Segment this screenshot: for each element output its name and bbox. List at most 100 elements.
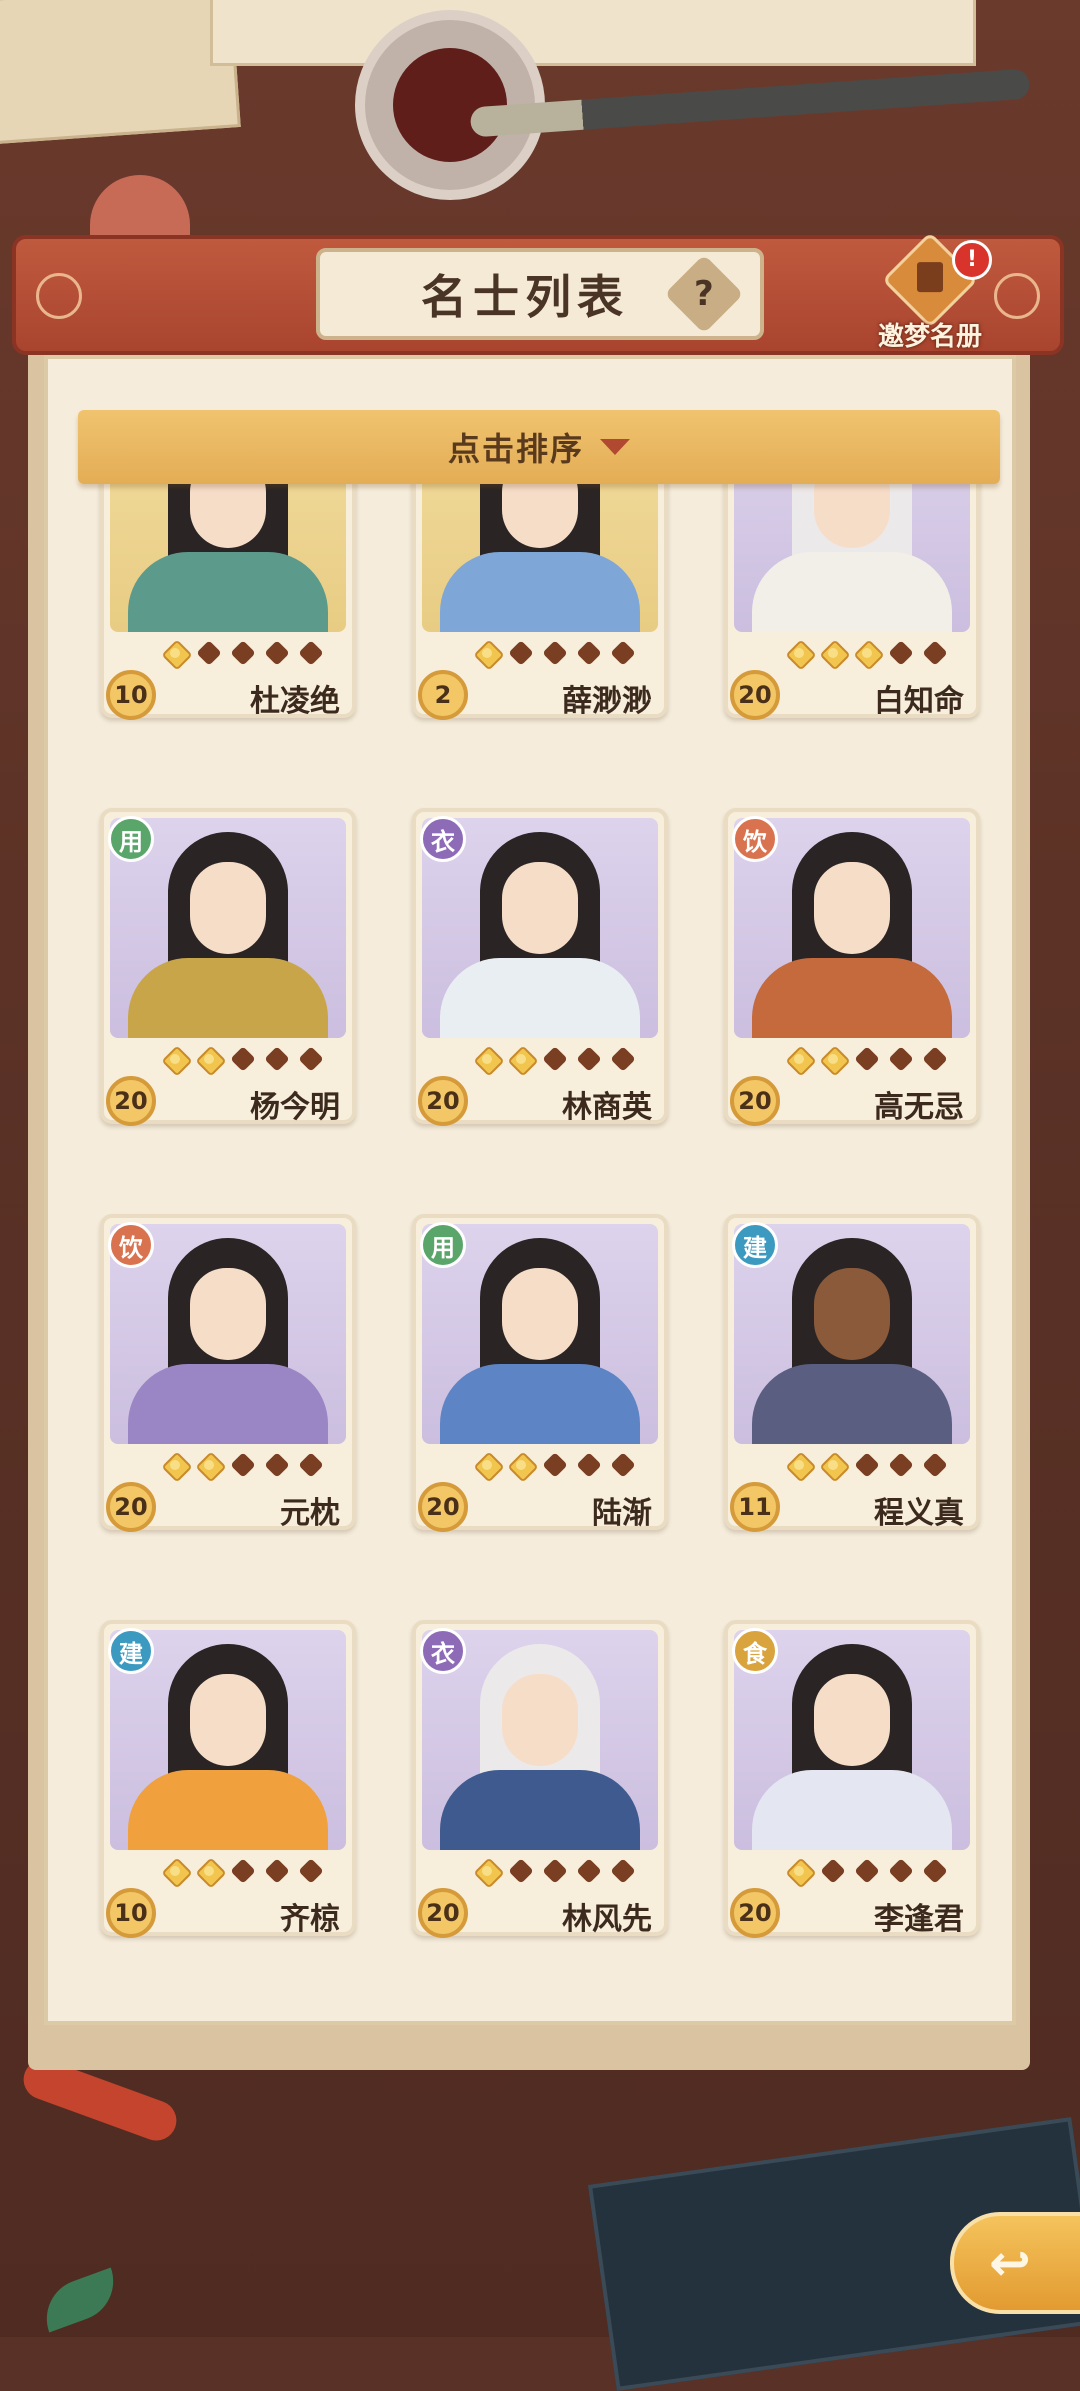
star-rating: [784, 638, 950, 668]
star-icon: [472, 1856, 502, 1886]
star-icon: [886, 1044, 916, 1074]
character-card[interactable]: 饮 20 高无忌: [724, 808, 980, 1126]
star-icon: [920, 1044, 950, 1074]
character-card[interactable]: 衣 20 林风先: [412, 1620, 668, 1938]
character-card[interactable]: 饮 20 元枕: [100, 1214, 356, 1532]
portrait-robe: [128, 958, 328, 1038]
category-tag: 衣: [420, 1628, 466, 1674]
star-rating: [784, 1044, 950, 1074]
character-name: 林商英: [562, 1090, 652, 1125]
character-card[interactable]: 食 20 李逢君: [724, 1620, 980, 1938]
portrait-face: [190, 1674, 266, 1766]
star-icon: [540, 638, 570, 668]
portrait-face: [190, 1268, 266, 1360]
level-badge: 2: [418, 670, 468, 720]
help-button[interactable]: ?: [664, 254, 744, 334]
dream-book-button[interactable]: ! 邀梦名册: [870, 231, 992, 352]
character-card[interactable]: 用 20 陆渐: [412, 1214, 668, 1532]
category-tag: 饮: [108, 1222, 154, 1268]
star-icon: [852, 1044, 882, 1074]
portrait-robe: [440, 958, 640, 1038]
star-icon: [160, 1856, 190, 1886]
level-badge: 20: [106, 1482, 156, 1532]
star-icon: [608, 1856, 638, 1886]
character-grid[interactable]: 10 杜凌绝 2 薛渺渺 20 白知命用 20 杨今明衣 20 林商英饮 20 高无忌饮 20 元枕用 20…: [90, 484, 990, 1998]
star-icon: [852, 1450, 882, 1480]
star-icon: [574, 638, 604, 668]
level-badge: 20: [730, 670, 780, 720]
star-rating: [784, 1450, 950, 1480]
character-name: 薛渺渺: [562, 684, 652, 719]
character-name: 高无忌: [874, 1090, 964, 1125]
star-icon: [920, 1450, 950, 1480]
star-rating: [472, 638, 638, 668]
character-card[interactable]: 建 10 齐椋: [100, 1620, 356, 1938]
star-rating: [784, 1856, 950, 1886]
character-card[interactable]: 10 杜凌绝: [100, 484, 356, 720]
star-icon: [852, 1856, 882, 1886]
star-icon: [228, 638, 258, 668]
star-icon: [886, 1450, 916, 1480]
star-icon: [784, 1856, 814, 1886]
character-name: 李逢君: [874, 1902, 964, 1937]
character-card[interactable]: 2 薛渺渺: [412, 484, 668, 720]
star-icon: [262, 638, 292, 668]
star-icon: [262, 1044, 292, 1074]
star-icon: [818, 1450, 848, 1480]
portrait-robe: [752, 1770, 952, 1850]
character-card[interactable]: 衣 20 林商英: [412, 808, 668, 1126]
level-badge: 20: [418, 1076, 468, 1126]
star-icon: [608, 1044, 638, 1074]
portrait-face: [814, 1674, 890, 1766]
star-icon: [296, 1450, 326, 1480]
star-icon: [472, 1450, 502, 1480]
sort-button[interactable]: 点击排序: [78, 410, 1000, 484]
character-name: 白知命: [874, 684, 964, 719]
category-tag: 饮: [732, 816, 778, 862]
star-icon: [818, 1044, 848, 1074]
star-icon: [228, 1450, 258, 1480]
star-icon: [608, 1450, 638, 1480]
star-icon: [818, 1856, 848, 1886]
portrait-robe: [128, 552, 328, 632]
character-portrait: [734, 484, 970, 632]
portrait-robe: [440, 1770, 640, 1850]
character-name: 林风先: [562, 1902, 652, 1937]
ornament-icon: [994, 273, 1040, 319]
portrait-robe: [752, 958, 952, 1038]
character-name: 陆渐: [592, 1496, 652, 1531]
star-icon: [160, 1450, 190, 1480]
back-button[interactable]: ↩: [950, 2212, 1080, 2314]
portrait-robe: [128, 1770, 328, 1850]
star-icon: [818, 638, 848, 668]
character-name: 杨今明: [250, 1090, 340, 1125]
star-rating: [160, 638, 326, 668]
portrait-face: [502, 1268, 578, 1360]
portrait-face: [814, 1268, 890, 1360]
level-badge: 20: [418, 1888, 468, 1938]
question-icon: ?: [694, 273, 714, 314]
level-badge: 11: [730, 1482, 780, 1532]
character-name: 杜凌绝: [250, 684, 340, 719]
title-plate: 名士列表 ?: [316, 248, 764, 340]
character-card[interactable]: 建 11 程义真: [724, 1214, 980, 1532]
star-rating: [160, 1856, 326, 1886]
star-icon: [784, 1450, 814, 1480]
star-icon: [886, 1856, 916, 1886]
character-card[interactable]: 用 20 杨今明: [100, 808, 356, 1126]
level-badge: 20: [730, 1888, 780, 1938]
star-icon: [540, 1856, 570, 1886]
star-icon: [160, 638, 190, 668]
star-icon: [540, 1450, 570, 1480]
portrait-robe: [440, 1364, 640, 1444]
category-tag: 建: [108, 1628, 154, 1674]
category-tag: 用: [420, 1222, 466, 1268]
star-icon: [228, 1044, 258, 1074]
character-card[interactable]: 20 白知命: [724, 484, 980, 720]
portrait-robe: [128, 1364, 328, 1444]
level-badge: 10: [106, 670, 156, 720]
paper-decoration: [210, 0, 976, 66]
level-badge: 20: [730, 1076, 780, 1126]
star-icon: [506, 1856, 536, 1886]
paper-decoration: [0, 0, 241, 145]
